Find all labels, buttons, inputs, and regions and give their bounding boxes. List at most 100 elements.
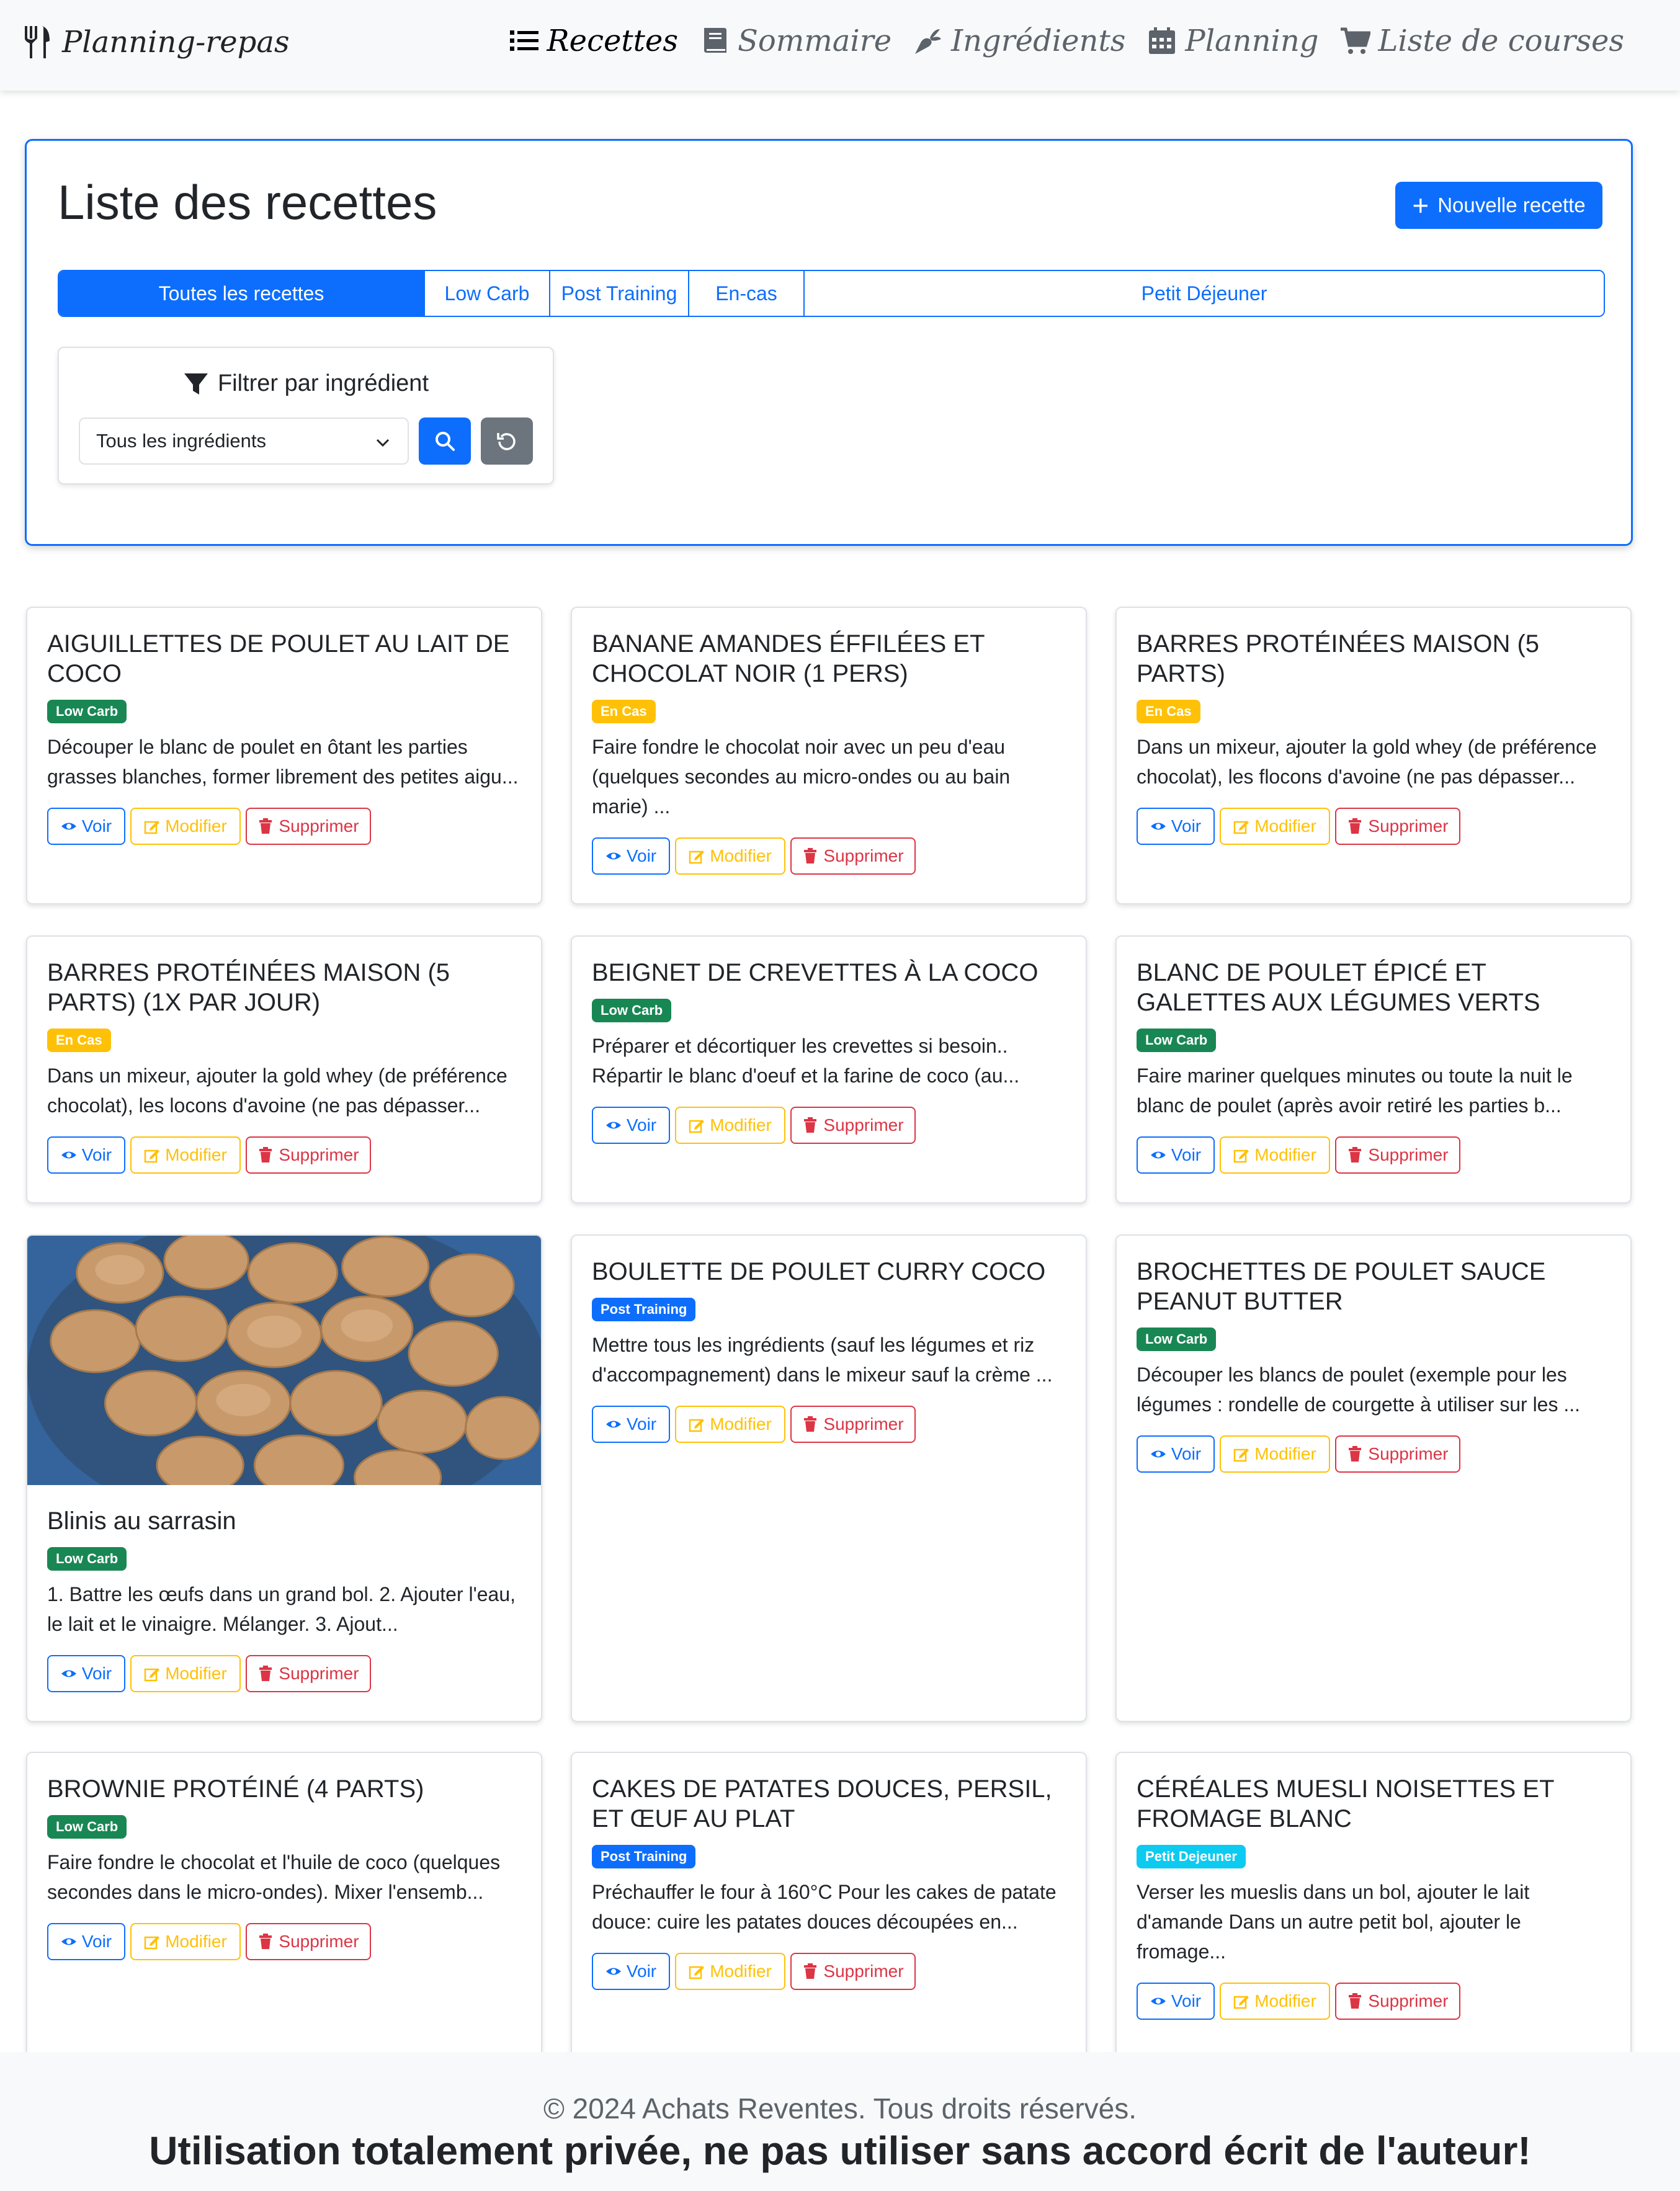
recipe-actions: Voir Modifier Supprimer xyxy=(1137,808,1611,845)
nav-label: Recettes xyxy=(547,24,678,58)
edit-button[interactable]: Modifier xyxy=(1220,808,1330,845)
edit-button[interactable]: Modifier xyxy=(130,808,241,845)
trash-icon xyxy=(259,818,272,834)
ingredient-filter: Filtrer par ingrédient Tous les ingrédie… xyxy=(58,347,554,484)
view-button[interactable]: Voir xyxy=(1137,1136,1215,1174)
edit-label: Modifier xyxy=(710,846,772,865)
search-button[interactable] xyxy=(419,417,471,465)
nav-recettes[interactable]: Recettes xyxy=(509,24,678,58)
recipe-actions: Voir Modifier Supprimer xyxy=(592,1107,1066,1144)
recipe-card: BROCHETTES DE POULET SAUCE PEANUT BUTTER… xyxy=(1115,1234,1632,1722)
new-recipe-label: Nouvelle recette xyxy=(1437,194,1586,216)
category-tabs: Toutes les recettes Low Carb Post Traini… xyxy=(58,270,1605,317)
cart-icon xyxy=(1341,27,1371,54)
edit-icon xyxy=(1233,1996,1249,2009)
view-button[interactable]: Voir xyxy=(1137,1983,1215,2020)
category-badge: Low Carb xyxy=(47,1547,127,1571)
view-button[interactable]: Voir xyxy=(1137,808,1215,845)
nav-liste-courses[interactable]: Liste de courses xyxy=(1339,24,1624,58)
trash-icon xyxy=(804,1416,817,1432)
edit-button[interactable]: Modifier xyxy=(1220,1435,1330,1473)
view-label: Voir xyxy=(81,1932,112,1951)
plus-icon: + xyxy=(1412,189,1429,221)
eye-icon xyxy=(1150,823,1166,830)
nav-planning[interactable]: Planning xyxy=(1146,24,1318,58)
view-button[interactable]: Voir xyxy=(47,1655,125,1692)
recipe-excerpt: Faire fondre le chocolat noir avec un pe… xyxy=(592,736,1011,818)
edit-button[interactable]: Modifier xyxy=(130,1655,241,1692)
tab-post-training[interactable]: Post Training xyxy=(550,271,689,316)
category-badge: Post Training xyxy=(592,1298,696,1321)
view-button[interactable]: Voir xyxy=(592,837,670,875)
edit-label: Modifier xyxy=(1254,1991,1316,2010)
delete-button[interactable]: Supprimer xyxy=(1335,1983,1460,2020)
edit-button[interactable]: Modifier xyxy=(675,1406,785,1443)
trash-icon xyxy=(1349,818,1362,834)
view-button[interactable]: Voir xyxy=(592,1953,670,1990)
recipe-excerpt: 1. Battre les œufs dans un grand bol. 2.… xyxy=(47,1583,516,1635)
recipe-excerpt: Découper le blanc de poulet en ôtant les… xyxy=(47,736,519,788)
delete-button[interactable]: Supprimer xyxy=(246,1136,371,1174)
recipe-title: BROCHETTES DE POULET SAUCE PEANUT BUTTER xyxy=(1137,1258,1546,1315)
delete-label: Supprimer xyxy=(279,816,359,836)
edit-button[interactable]: Modifier xyxy=(675,837,785,875)
category-badge: Low Carb xyxy=(1137,1029,1217,1052)
edit-button[interactable]: Modifier xyxy=(130,1923,241,1960)
eye-icon xyxy=(61,1938,76,1945)
trash-icon xyxy=(1349,1147,1362,1162)
delete-button[interactable]: Supprimer xyxy=(790,1953,916,1990)
delete-button[interactable]: Supprimer xyxy=(246,1923,371,1960)
new-recipe-button[interactable]: + Nouvelle recette xyxy=(1395,182,1602,229)
recipe-excerpt: Dans un mixeur, ajouter la gold whey (de… xyxy=(1137,736,1597,788)
ingredient-select[interactable]: Tous les ingrédients xyxy=(79,417,409,465)
navbar: Planning-repas Recettes Sommaire Ingrédi… xyxy=(0,0,1680,91)
edit-button[interactable]: Modifier xyxy=(675,1107,785,1144)
delete-button[interactable]: Supprimer xyxy=(790,1107,916,1144)
recipe-card: BARRES PROTÉINÉES MAISON (5 PARTS) En Ca… xyxy=(1115,607,1632,904)
edit-button[interactable]: Modifier xyxy=(675,1953,785,1990)
nav-sommaire[interactable]: Sommaire xyxy=(699,24,891,58)
view-button[interactable]: Voir xyxy=(47,1923,125,1960)
edit-button[interactable]: Modifier xyxy=(1220,1136,1330,1174)
recipe-excerpt: Faire mariner quelques minutes ou toute … xyxy=(1137,1064,1573,1117)
delete-label: Supprimer xyxy=(823,846,904,865)
edit-label: Modifier xyxy=(165,1145,227,1164)
delete-button[interactable]: Supprimer xyxy=(246,808,371,845)
trash-icon xyxy=(259,1147,272,1162)
view-button[interactable]: Voir xyxy=(592,1406,670,1443)
utensils-icon xyxy=(25,26,50,58)
view-label: Voir xyxy=(1171,1444,1202,1463)
category-badge: Low Carb xyxy=(47,700,127,723)
recipe-excerpt: Préparer et décortiquer les crevettes si… xyxy=(592,1035,1020,1087)
tab-all[interactable]: Toutes les recettes xyxy=(59,271,425,316)
recipe-title: BANANE AMANDES ÉFFILÉES ET CHOCOLAT NOIR… xyxy=(592,630,985,687)
eye-icon xyxy=(61,1670,76,1677)
delete-button[interactable]: Supprimer xyxy=(1335,1136,1460,1174)
view-button[interactable]: Voir xyxy=(47,1136,125,1174)
category-badge: Post Training xyxy=(592,1845,696,1868)
delete-button[interactable]: Supprimer xyxy=(1335,808,1460,845)
view-button[interactable]: Voir xyxy=(1137,1435,1215,1473)
brand-link[interactable]: Planning-repas xyxy=(24,25,290,60)
filter-title-label: Filtrer par ingrédient xyxy=(217,370,429,396)
recipe-actions: Voir Modifier Supprimer xyxy=(592,1406,1066,1443)
nav-label: Ingrédients xyxy=(951,24,1126,58)
edit-button[interactable]: Modifier xyxy=(130,1136,241,1174)
view-button[interactable]: Voir xyxy=(47,808,125,845)
trash-icon xyxy=(804,848,817,863)
filter-title: Filtrer par ingrédient xyxy=(59,370,553,397)
footer: © 2024 Achats Reventes. Tous droits rése… xyxy=(0,2052,1680,2191)
nav-ingredients[interactable]: Ingrédients xyxy=(913,24,1125,58)
eye-icon xyxy=(605,1968,621,1975)
tab-low-carb[interactable]: Low Carb xyxy=(425,271,550,316)
tab-petit-dejeuner[interactable]: Petit Déjeuner xyxy=(805,271,1604,316)
delete-button[interactable]: Supprimer xyxy=(246,1655,371,1692)
recipe-excerpt: Découper les blancs de poulet (exemple p… xyxy=(1137,1363,1581,1416)
delete-button[interactable]: Supprimer xyxy=(790,837,916,875)
edit-button[interactable]: Modifier xyxy=(1220,1983,1330,2020)
tab-en-cas[interactable]: En-cas xyxy=(689,271,805,316)
reset-button[interactable] xyxy=(481,417,533,465)
delete-button[interactable]: Supprimer xyxy=(790,1406,916,1443)
delete-button[interactable]: Supprimer xyxy=(1335,1435,1460,1473)
view-button[interactable]: Voir xyxy=(592,1107,670,1144)
